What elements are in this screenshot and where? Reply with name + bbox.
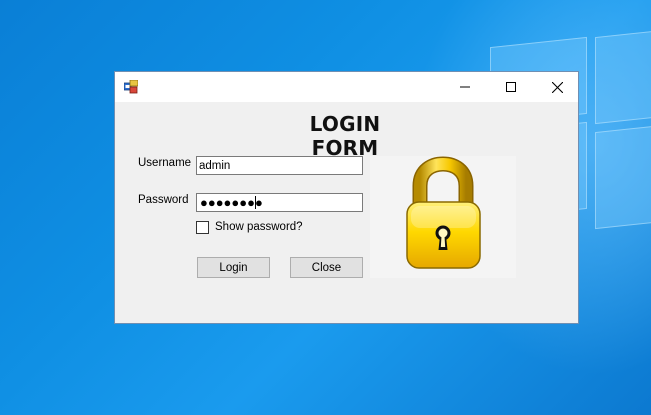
app-icon: [124, 80, 138, 94]
username-input[interactable]: [196, 156, 363, 175]
title-bar[interactable]: [115, 72, 578, 102]
username-label: Username: [138, 157, 192, 169]
password-input[interactable]: ●●●●●●●●: [196, 193, 363, 212]
padlock-icon: [406, 156, 481, 269]
lock-image: [370, 156, 516, 278]
password-masked-value: ●●●●●●●●: [200, 195, 263, 210]
close-window-button[interactable]: [534, 72, 580, 102]
close-button[interactable]: Close: [290, 257, 363, 278]
maximize-button[interactable]: [488, 72, 534, 102]
maximize-icon: [506, 82, 516, 92]
text-caret: [255, 196, 256, 209]
password-label: Password: [138, 194, 189, 206]
login-button[interactable]: Login: [197, 257, 270, 278]
form-title: LOGIN FORM: [309, 112, 381, 160]
show-password-checkbox[interactable]: [196, 221, 209, 234]
show-password-label[interactable]: Show password?: [215, 221, 303, 233]
minimize-button[interactable]: [442, 72, 488, 102]
minimize-icon: [460, 86, 470, 88]
login-window: LOGIN FORM Username Password ●●●●●●●● Sh…: [114, 71, 579, 324]
close-icon: [551, 81, 563, 93]
